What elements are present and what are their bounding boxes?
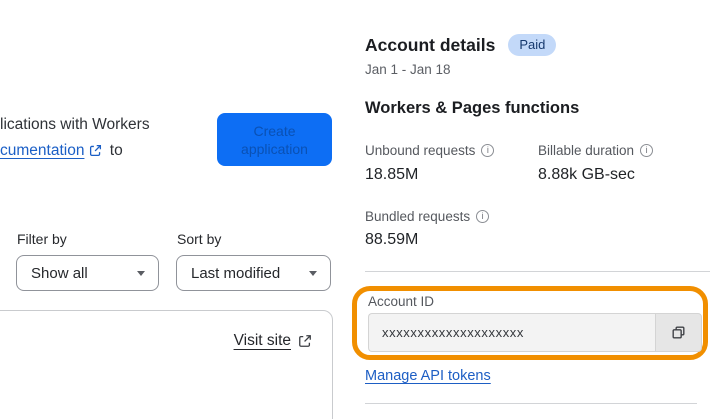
intro-text: lications with Workers cumentation to (0, 112, 150, 166)
intro-line-2: cumentation to (0, 138, 150, 166)
account-details-header: Account details Paid (365, 34, 557, 56)
visit-site-row: Visit site (0, 311, 332, 350)
external-link-icon (89, 140, 102, 166)
sort-select-value: Last modified (191, 264, 281, 282)
sort-select[interactable]: Last modified (176, 255, 331, 291)
intro-line-1: lications with Workers (0, 112, 150, 138)
info-icon[interactable]: i (476, 210, 490, 223)
date-range: Jan 1 - Jan 18 (365, 62, 451, 77)
stat-label-billable-duration: Billable duration i (538, 143, 654, 158)
divider (365, 403, 697, 404)
stat-value-unbound-requests: 18.85M (365, 166, 419, 183)
plan-badge: Paid (508, 34, 557, 56)
chevron-down-icon (309, 271, 317, 276)
info-icon[interactable]: i (481, 144, 495, 157)
visit-site-link[interactable]: Visit site (234, 332, 291, 350)
stat-value-billable-duration: 8.88k GB-sec (538, 166, 635, 183)
account-details-title: Account details (365, 34, 496, 55)
filter-select[interactable]: Show all (16, 255, 159, 291)
create-application-button[interactable]: Create application (217, 113, 332, 166)
intro-line-2-text: to (105, 142, 123, 159)
account-id-input[interactable] (368, 313, 655, 352)
filter-select-value: Show all (31, 264, 88, 282)
manage-api-tokens-link[interactable]: Manage API tokens (365, 368, 491, 384)
copy-button[interactable] (655, 313, 702, 352)
project-card: Visit site (0, 310, 333, 419)
info-icon[interactable]: i (640, 144, 654, 157)
workers-pages-dashboard: lications with Workers cumentation to Cr… (0, 0, 718, 419)
stat-value-bundled-requests: 88.59M (365, 231, 419, 248)
stat-label-unbound-requests: Unbound requests i (365, 143, 495, 158)
chevron-down-icon (137, 271, 145, 276)
sort-by-label: Sort by (177, 231, 222, 247)
functions-section-title: Workers & Pages functions (365, 99, 580, 117)
external-link-icon (298, 334, 312, 348)
divider (365, 271, 710, 272)
account-id-label: Account ID (368, 294, 435, 309)
intro-line-1-text: lications with Workers (0, 116, 150, 133)
account-id-group (368, 313, 702, 352)
documentation-link[interactable]: cumentation (0, 142, 84, 159)
copy-icon (670, 324, 687, 341)
stat-label-bundled-requests: Bundled requests i (365, 209, 490, 224)
filter-by-label: Filter by (17, 231, 67, 247)
